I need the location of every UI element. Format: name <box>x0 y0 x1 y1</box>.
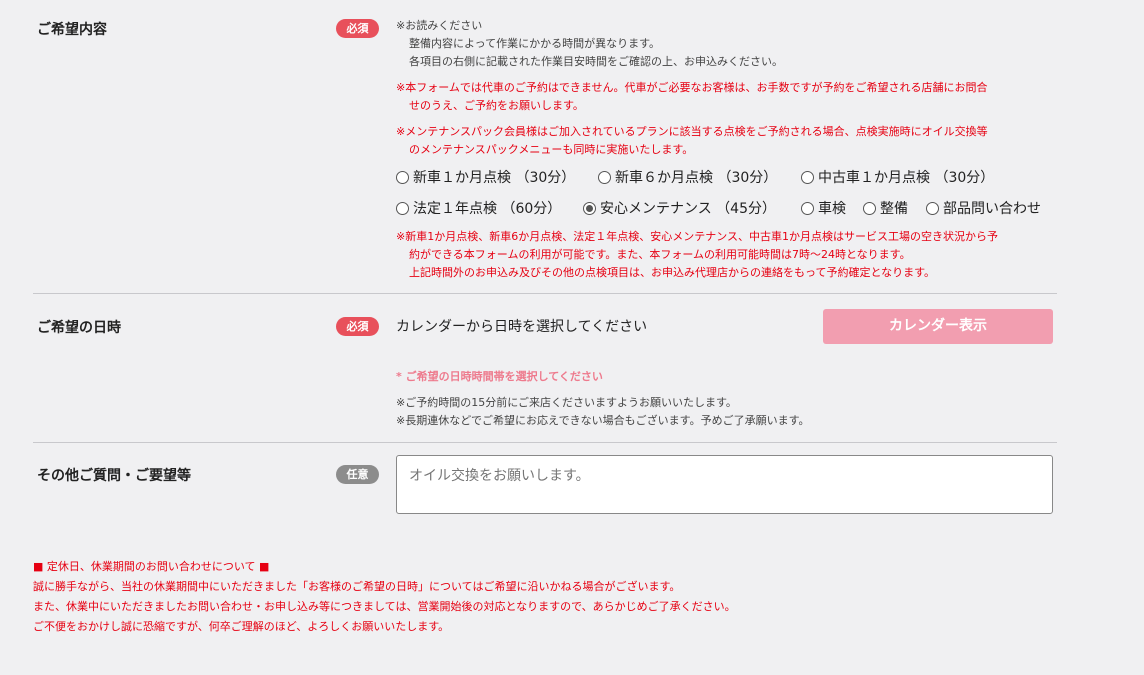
radio-circle-icon[interactable] <box>801 170 814 184</box>
radio-new-car-1-month[interactable]: 新車１か月点検 （30分） <box>396 166 575 188</box>
optional-badge: 任意 <box>336 465 379 484</box>
holiday-notice-line: ご不便をおかけし誠に恐縮ですが、何卒ご理解のほど、よろしくお願いいたします。 <box>33 620 450 633</box>
radio-used-car-1-month[interactable]: 中古車１か月点検 （30分） <box>801 166 994 188</box>
warning-line: ※メンテナンスパック会員様はご加入されているプランに該当する点検をご予約される場… <box>396 125 988 138</box>
radio-anshin-maintenance[interactable]: 安心メンテナンス （45分） <box>583 197 776 219</box>
warning-line: ※新車1か月点検、新車6か月点検、法定１年点検、安心メンテナンス、中古車1か月点… <box>396 230 998 243</box>
other-questions-label: その他ご質問・ご要望等 <box>37 468 191 484</box>
other-questions-textarea[interactable] <box>396 455 1053 514</box>
datetime-select-note: * ご希望の日時時間帯を選択してください <box>396 370 603 383</box>
desired-datetime-section: ご希望の日時 必須 カレンダーから日時を選択してください カレンダー表示 * ご… <box>33 294 1057 442</box>
warning-line: ※本フォームでは代車のご予約はできません。代車がご必要なお客様は、お手数ですが予… <box>396 81 988 94</box>
maintenance-pack-warning: ※メンテナンスパック会員様はご加入されているプランに該当する点検をご予約される場… <box>396 123 988 159</box>
radio-label: 中古車１か月点検 （30分） <box>818 170 995 186</box>
service-options-row-2: 法定１年点検 （60分） 安心メンテナンス （45分） 車検 整備 部品問い合わ… <box>396 197 1056 219</box>
radio-label: 整備 <box>880 201 908 217</box>
availability-warning: ※新車1か月点検、新車6か月点検、法定１年点検、安心メンテナンス、中古車1か月点… <box>396 228 998 282</box>
warning-line: 約ができる本フォームの利用が可能です。また、本フォームの利用可能時間は7時～24… <box>409 248 911 261</box>
radio-circle-icon[interactable] <box>801 201 814 215</box>
radio-new-car-6-month[interactable]: 新車６か月点検 （30分） <box>598 166 777 188</box>
radio-label: 法定１年点検 （60分） <box>413 201 562 217</box>
radio-label: 部品問い合わせ <box>943 201 1041 217</box>
radio-label: 車検 <box>818 201 846 217</box>
radio-circle-icon[interactable] <box>863 201 876 215</box>
required-badge: 必須 <box>336 317 379 336</box>
datetime-notes: ※ご予約時間の15分前にご来店くださいますようお願いいたします。 ※長期連休など… <box>396 394 809 430</box>
note-line: 整備内容によって作業にかかる時間が異なります。 <box>409 37 661 50</box>
radio-label: 新車１か月点検 （30分） <box>413 170 576 186</box>
holiday-notice: ■ 定休日、休業期間のお問い合わせについて ■ 誠に勝手ながら、当社の休業期間中… <box>33 557 736 637</box>
radio-selected-icon[interactable] <box>583 201 596 215</box>
radio-legal-1-year[interactable]: 法定１年点検 （60分） <box>396 197 561 219</box>
holiday-notice-title: ■ 定休日、休業期間のお問い合わせについて ■ <box>33 560 270 573</box>
holiday-notice-line: また、休業中にいただきましたお問い合わせ・お申し込み等につきましては、営業開始後… <box>33 600 736 613</box>
required-badge: 必須 <box>336 19 379 38</box>
radio-circle-icon[interactable] <box>598 170 611 184</box>
radio-label: 新車６か月点検 （30分） <box>615 170 778 186</box>
desired-content-label: ご希望内容 <box>37 22 107 38</box>
note-line: ※お読みください <box>396 19 483 32</box>
radio-label: 安心メンテナンス （45分） <box>600 201 776 217</box>
radio-circle-icon[interactable] <box>926 201 939 215</box>
note-line: ※ご予約時間の15分前にご来店くださいますようお願いいたします。 <box>396 396 737 409</box>
read-note: ※お読みください 整備内容によって作業にかかる時間が異なります。 各項目の右側に… <box>396 17 783 71</box>
holiday-notice-line: 誠に勝手ながら、当社の休業期間中にいただきました「お客様のご希望の日時」について… <box>33 580 681 593</box>
other-questions-section: その他ご質問・ご要望等 任意 <box>33 443 1057 528</box>
warning-line: せのうえ、ご予約をお願いします。 <box>409 99 584 112</box>
calendar-display-button[interactable]: カレンダー表示 <box>823 309 1053 344</box>
warning-line: 上記時間外のお申込み及びその他の点検項目は、お申込み代理店からの連絡をもって予約… <box>409 266 936 279</box>
radio-seibi[interactable]: 整備 <box>863 197 908 219</box>
radio-parts-inquiry[interactable]: 部品問い合わせ <box>926 197 1041 219</box>
desired-datetime-label: ご希望の日時 <box>37 320 121 336</box>
radio-shaken[interactable]: 車検 <box>801 197 846 219</box>
calendar-instruction: カレンダーから日時を選択してください <box>396 319 648 335</box>
radio-circle-icon[interactable] <box>396 170 409 184</box>
note-line: 各項目の右側に記載された作業目安時間をご確認の上、お申込みください。 <box>409 55 783 68</box>
loaner-car-warning: ※本フォームでは代車のご予約はできません。代車がご必要なお客様は、お手数ですが予… <box>396 79 988 115</box>
service-options-row-1: 新車１か月点検 （30分） 新車６か月点検 （30分） 中古車１か月点検 （30… <box>396 166 1056 188</box>
radio-circle-icon[interactable] <box>396 201 409 215</box>
warning-line: のメンテナンスパックメニューも同時に実施いたします。 <box>409 143 694 156</box>
note-line: ※長期連休などでご希望にお応えできない場合もございます。予めご了承願います。 <box>396 414 810 427</box>
